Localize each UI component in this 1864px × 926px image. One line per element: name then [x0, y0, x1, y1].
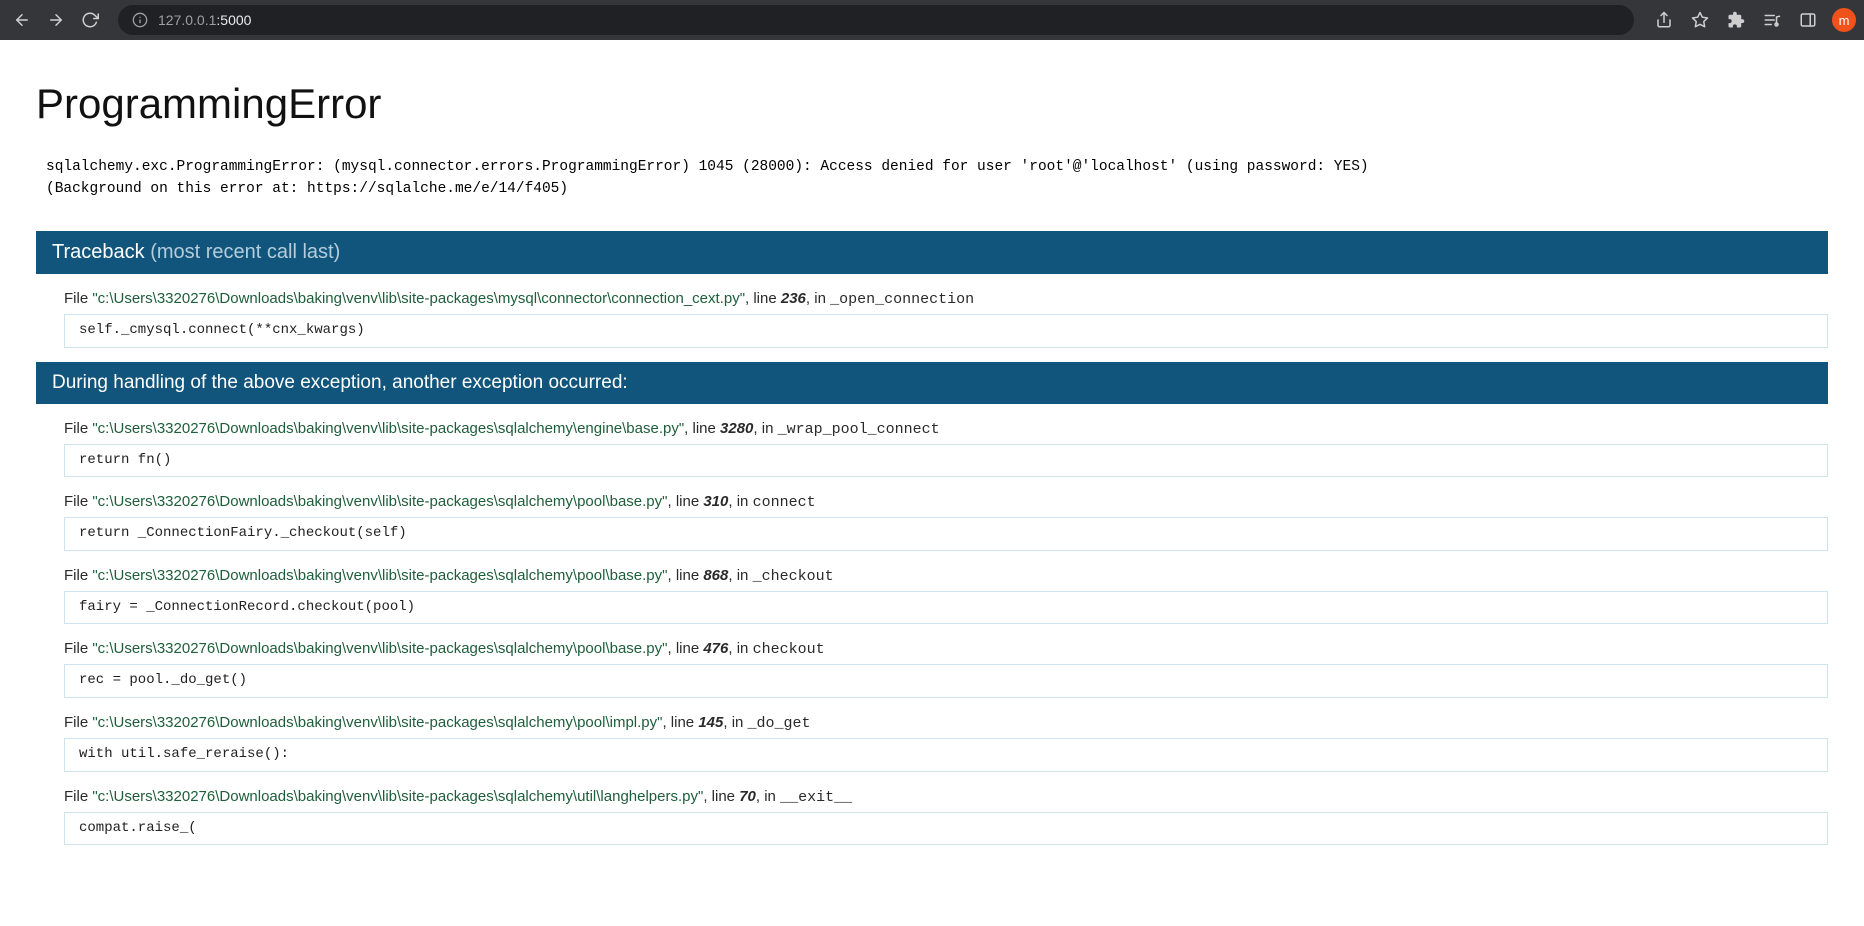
frame-location: File "c:\Users\3320276\Downloads\baking\… — [64, 786, 1828, 808]
traceback-frames-group-b: File "c:\Users\3320276\Downloads\baking\… — [36, 404, 1828, 846]
frame-location: File "c:\Users\3320276\Downloads\baking\… — [64, 565, 1828, 587]
traceback-frame[interactable]: File "c:\Users\3320276\Downloads\baking\… — [64, 288, 1828, 348]
arrow-left-icon — [13, 11, 31, 29]
traceback-frame[interactable]: File "c:\Users\3320276\Downloads\baking\… — [64, 638, 1828, 698]
error-detail: sqlalchemy.exc.ProgrammingError: (mysql.… — [46, 156, 1828, 201]
side-panel-button[interactable] — [1792, 4, 1824, 36]
frame-code-line[interactable]: with util.safe_reraise(): — [64, 738, 1828, 772]
extensions-button[interactable] — [1720, 4, 1752, 36]
page-viewport[interactable]: ProgrammingError sqlalchemy.exc.Programm… — [0, 40, 1864, 926]
share-icon — [1655, 11, 1673, 29]
address-bar-url: 127.0.0.1:5000 — [158, 12, 251, 28]
reload-icon — [81, 11, 99, 29]
frame-code-line[interactable]: compat.raise_( — [64, 812, 1828, 846]
browser-toolbar: 127.0.0.1:5000 m — [0, 0, 1864, 40]
traceback-frame[interactable]: File "c:\Users\3320276\Downloads\baking\… — [64, 565, 1828, 625]
forward-button[interactable] — [42, 6, 70, 34]
frame-code-line[interactable]: self._cmysql.connect(**cnx_kwargs) — [64, 314, 1828, 348]
music-list-icon — [1763, 11, 1781, 29]
frame-location: File "c:\Users\3320276\Downloads\baking\… — [64, 418, 1828, 440]
frame-code-line[interactable]: return _ConnectionFairy._checkout(self) — [64, 517, 1828, 551]
profile-avatar[interactable]: m — [1832, 8, 1856, 32]
traceback-frame[interactable]: File "c:\Users\3320276\Downloads\baking\… — [64, 712, 1828, 772]
share-button[interactable] — [1648, 4, 1680, 36]
reload-button[interactable] — [76, 6, 104, 34]
arrow-right-icon — [47, 11, 65, 29]
error-title: ProgrammingError — [36, 80, 1828, 128]
browser-actions: m — [1648, 4, 1856, 36]
frame-code-line[interactable]: return fn() — [64, 444, 1828, 478]
site-info-icon[interactable] — [132, 12, 148, 28]
traceback-label: Traceback — [52, 241, 150, 263]
traceback-frame[interactable]: File "c:\Users\3320276\Downloads\baking\… — [64, 418, 1828, 478]
puzzle-icon — [1727, 11, 1745, 29]
back-button[interactable] — [8, 6, 36, 34]
traceback-header: Traceback (most recent call last) — [36, 231, 1828, 274]
werkzeug-debugger: ProgrammingError sqlalchemy.exc.Programm… — [0, 40, 1864, 899]
panel-icon — [1799, 11, 1817, 29]
frame-code-line[interactable]: fairy = _ConnectionRecord.checkout(pool) — [64, 591, 1828, 625]
traceback-frame[interactable]: File "c:\Users\3320276\Downloads\baking\… — [64, 491, 1828, 551]
bookmark-button[interactable] — [1684, 4, 1716, 36]
frame-code-line[interactable]: rec = pool._do_get() — [64, 664, 1828, 698]
traceback-sub-banner: During handling of the above exception, … — [36, 362, 1828, 404]
frame-location: File "c:\Users\3320276\Downloads\baking\… — [64, 712, 1828, 734]
frame-location: File "c:\Users\3320276\Downloads\baking\… — [64, 638, 1828, 660]
frame-location: File "c:\Users\3320276\Downloads\baking\… — [64, 491, 1828, 513]
profile-letter: m — [1839, 13, 1850, 28]
omnibox[interactable]: 127.0.0.1:5000 — [118, 5, 1634, 35]
frame-location: File "c:\Users\3320276\Downloads\baking\… — [64, 288, 1828, 310]
star-icon — [1691, 11, 1709, 29]
traceback-frame[interactable]: File "c:\Users\3320276\Downloads\baking\… — [64, 786, 1828, 846]
media-button[interactable] — [1756, 4, 1788, 36]
traceback-hint: (most recent call last) — [150, 241, 340, 263]
traceback-frames-group-a: File "c:\Users\3320276\Downloads\baking\… — [36, 274, 1828, 348]
